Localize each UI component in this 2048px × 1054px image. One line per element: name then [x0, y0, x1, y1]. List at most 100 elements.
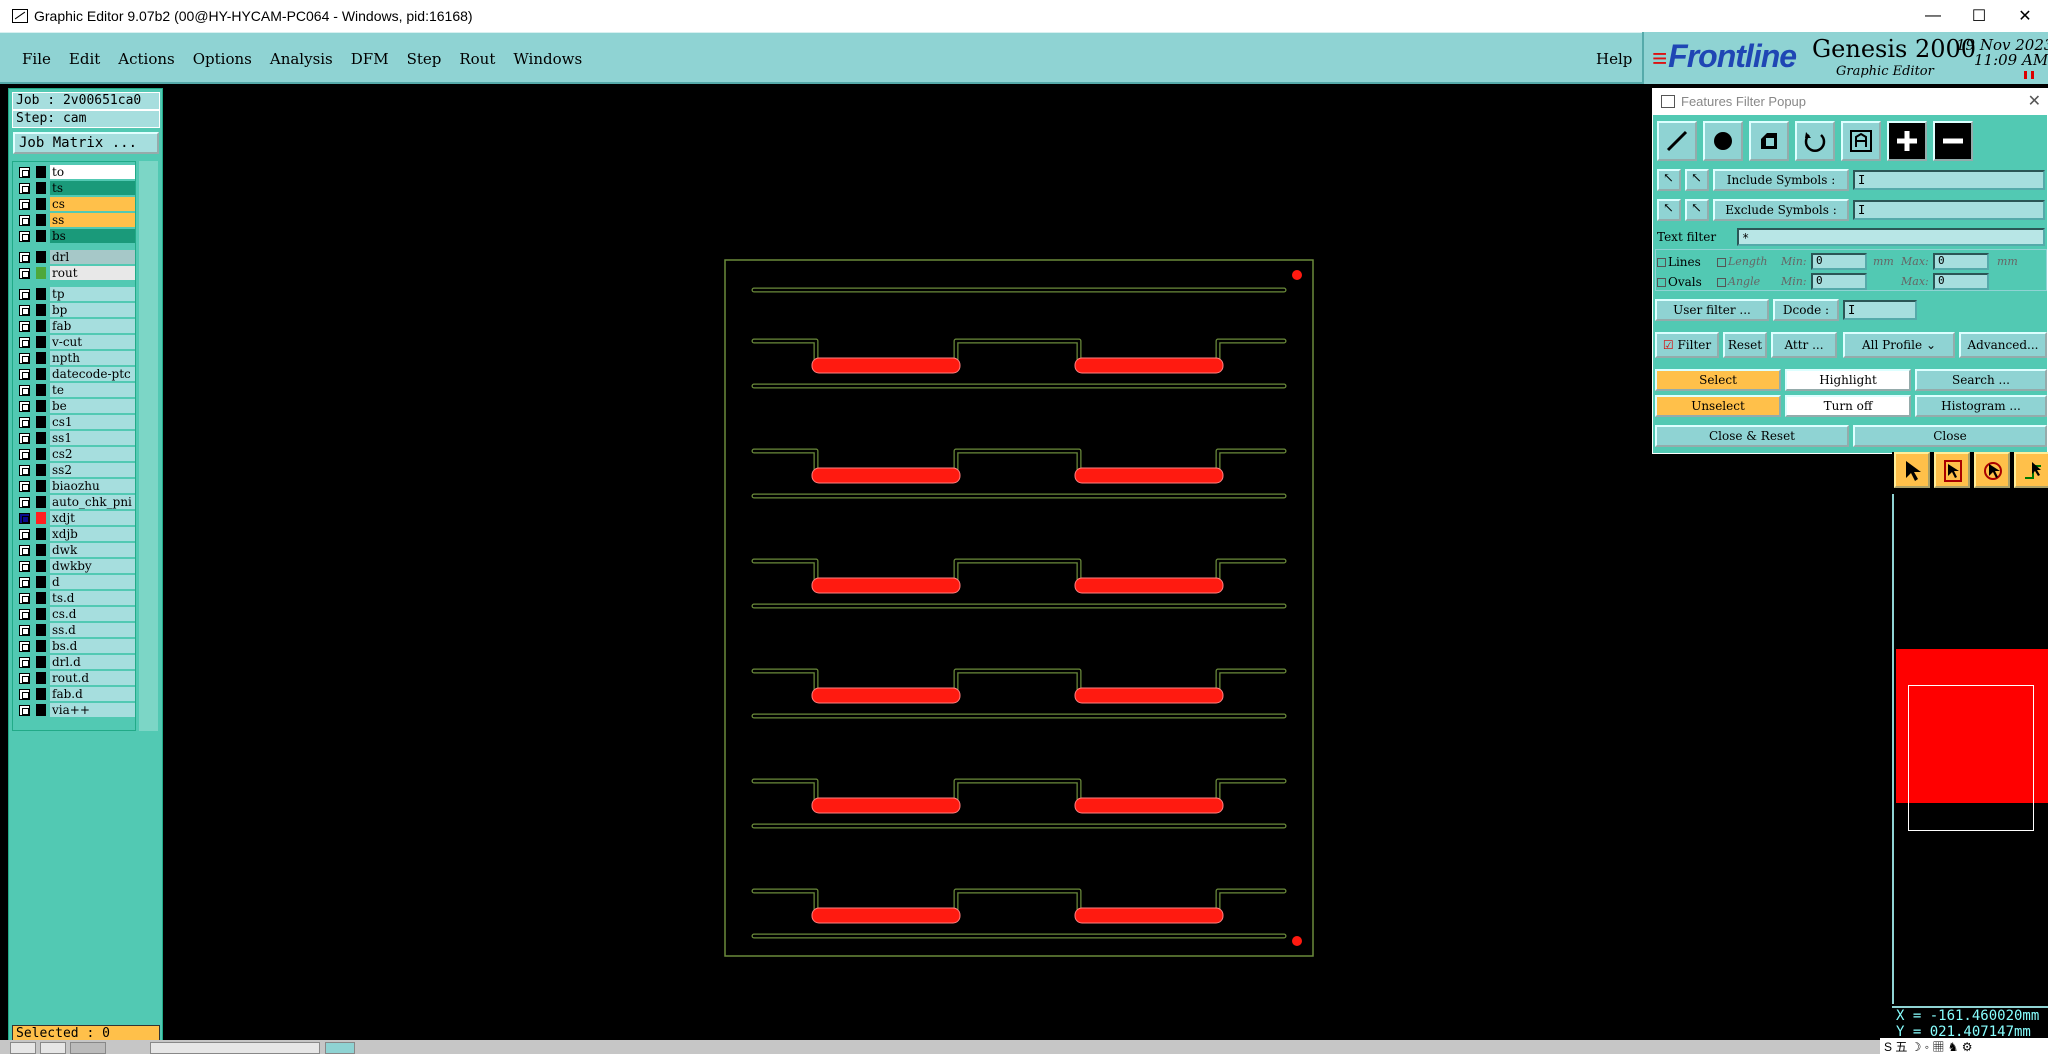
layer-row[interactable]: fab.d [13, 687, 137, 701]
length-min-field[interactable]: 0 [1811, 253, 1867, 270]
layer-affected-checkbox[interactable] [19, 689, 30, 700]
layer-display-swatch[interactable] [36, 166, 46, 178]
layer-row[interactable]: cs2 [13, 447, 137, 461]
layer-row[interactable]: xdjb [13, 527, 137, 541]
layer-affected-checkbox[interactable] [19, 497, 30, 508]
angle-toggle[interactable]: Angle [1717, 275, 1760, 289]
dcode-button[interactable]: Dcode : [1773, 299, 1839, 321]
layer-display-swatch[interactable] [36, 560, 46, 572]
graphic-canvas[interactable] [166, 88, 1652, 1048]
layer-display-swatch[interactable] [36, 544, 46, 556]
layer-affected-checkbox[interactable] [19, 545, 30, 556]
layer-affected-checkbox[interactable] [19, 353, 30, 364]
layer-row[interactable]: ss [13, 213, 137, 227]
lines-checkbox[interactable] [1657, 258, 1666, 267]
layer-row[interactable]: v-cut [13, 335, 137, 349]
layer-affected-checkbox[interactable] [19, 321, 30, 332]
layer-affected-checkbox[interactable] [19, 231, 30, 242]
layer-row[interactable]: to [13, 165, 137, 179]
layer-affected-checkbox[interactable] [19, 641, 30, 652]
layer-affected-checkbox[interactable] [19, 449, 30, 460]
layer-affected-checkbox[interactable] [19, 183, 30, 194]
layer-row[interactable]: datecode-ptc [13, 367, 137, 381]
positive-polarity-button[interactable] [1887, 121, 1927, 161]
exclude-pick-2-button[interactable]: ↖ [1685, 199, 1709, 221]
layer-row[interactable]: ss2 [13, 463, 137, 477]
select-button[interactable]: Select [1655, 369, 1781, 391]
menu-rout[interactable]: Rout [459, 50, 495, 68]
bottom-segment[interactable] [150, 1042, 320, 1054]
layer-row[interactable]: d [13, 575, 137, 589]
layer-affected-checkbox[interactable] [19, 465, 30, 476]
include-pick-2-button[interactable]: ↖ [1685, 169, 1709, 191]
layer-display-swatch[interactable] [36, 528, 46, 540]
filter-toggle[interactable]: ☑ Filter [1655, 332, 1719, 358]
reset-button[interactable]: Reset [1723, 332, 1767, 358]
arc-feature-button[interactable] [1795, 121, 1835, 161]
layer-display-swatch[interactable] [36, 304, 46, 316]
layer-row[interactable]: cs1 [13, 415, 137, 429]
length-checkbox[interactable] [1717, 257, 1726, 267]
menu-file[interactable]: File [22, 50, 51, 68]
lines-toggle[interactable]: Lines [1657, 255, 1701, 269]
layer-affected-checkbox[interactable] [19, 593, 30, 604]
layer-affected-checkbox[interactable] [19, 268, 30, 279]
layer-display-swatch[interactable] [36, 608, 46, 620]
layer-display-swatch[interactable] [36, 288, 46, 300]
layer-display-swatch[interactable] [36, 198, 46, 210]
layer-display-swatch[interactable] [36, 688, 46, 700]
select-polygon-button[interactable] [1974, 452, 2010, 488]
layer-display-swatch[interactable] [36, 400, 46, 412]
text-feature-button[interactable] [1841, 121, 1881, 161]
layer-affected-checkbox[interactable] [19, 433, 30, 444]
close-button[interactable]: ✕ [2002, 0, 2048, 32]
overview-map[interactable] [1892, 494, 2048, 1004]
layer-display-swatch[interactable] [36, 336, 46, 348]
layer-display-swatch[interactable] [36, 230, 46, 242]
layer-display-swatch[interactable] [36, 656, 46, 668]
layer-row[interactable]: via++ [13, 703, 137, 717]
layer-display-swatch[interactable] [36, 368, 46, 380]
layer-display-swatch[interactable] [36, 267, 46, 279]
layer-affected-checkbox[interactable] [19, 609, 30, 620]
layer-display-swatch[interactable] [36, 592, 46, 604]
popup-close-icon[interactable]: ✕ [2028, 89, 2041, 115]
menu-dfm[interactable]: DFM [351, 50, 389, 68]
layer-row[interactable]: ss1 [13, 431, 137, 445]
layer-affected-checkbox[interactable] [19, 673, 30, 684]
layer-affected-checkbox[interactable] [19, 369, 30, 380]
ovals-toggle[interactable]: Ovals [1657, 275, 1702, 289]
attr-button[interactable]: Attr ... [1771, 332, 1837, 358]
layer-row[interactable]: bs [13, 229, 137, 243]
layer-display-swatch[interactable] [36, 182, 46, 194]
layer-row[interactable]: rout [13, 266, 137, 280]
exclude-pick-button[interactable]: ↖ [1657, 199, 1681, 221]
layer-affected-checkbox[interactable] [19, 529, 30, 540]
length-max-field[interactable]: 0 [1933, 253, 1989, 270]
layer-row[interactable]: dwkby [13, 559, 137, 573]
layer-list-scrollbar[interactable] [139, 161, 158, 731]
include-pick-button[interactable]: ↖ [1657, 169, 1681, 191]
layer-row[interactable]: drl [13, 250, 137, 264]
maximize-button[interactable]: ☐ [1956, 0, 2002, 32]
menu-options[interactable]: Options [193, 50, 252, 68]
layer-affected-checkbox[interactable] [19, 305, 30, 316]
layer-affected-checkbox[interactable] [19, 577, 30, 588]
layer-affected-checkbox[interactable] [19, 252, 30, 263]
layer-row[interactable]: ss.d [13, 623, 137, 637]
surface-feature-button[interactable] [1749, 121, 1789, 161]
angle-min-field[interactable]: 0 [1811, 273, 1867, 290]
select-net-button[interactable] [2014, 452, 2048, 488]
line-feature-button[interactable] [1657, 121, 1697, 161]
angle-max-field[interactable]: 0 [1933, 273, 1989, 290]
layer-affected-checkbox[interactable] [19, 167, 30, 178]
layer-display-swatch[interactable] [36, 496, 46, 508]
job-matrix-button[interactable]: Job Matrix ... [13, 132, 159, 154]
minimize-button[interactable]: — [1910, 0, 1956, 32]
pause-icon[interactable] [2024, 71, 2034, 79]
menu-edit[interactable]: Edit [69, 50, 100, 68]
layer-row[interactable]: bs.d [13, 639, 137, 653]
layer-row[interactable]: biaozhu [13, 479, 137, 493]
layer-affected-checkbox[interactable] [19, 337, 30, 348]
profile-select[interactable]: All Profile ⌄ [1843, 332, 1955, 358]
